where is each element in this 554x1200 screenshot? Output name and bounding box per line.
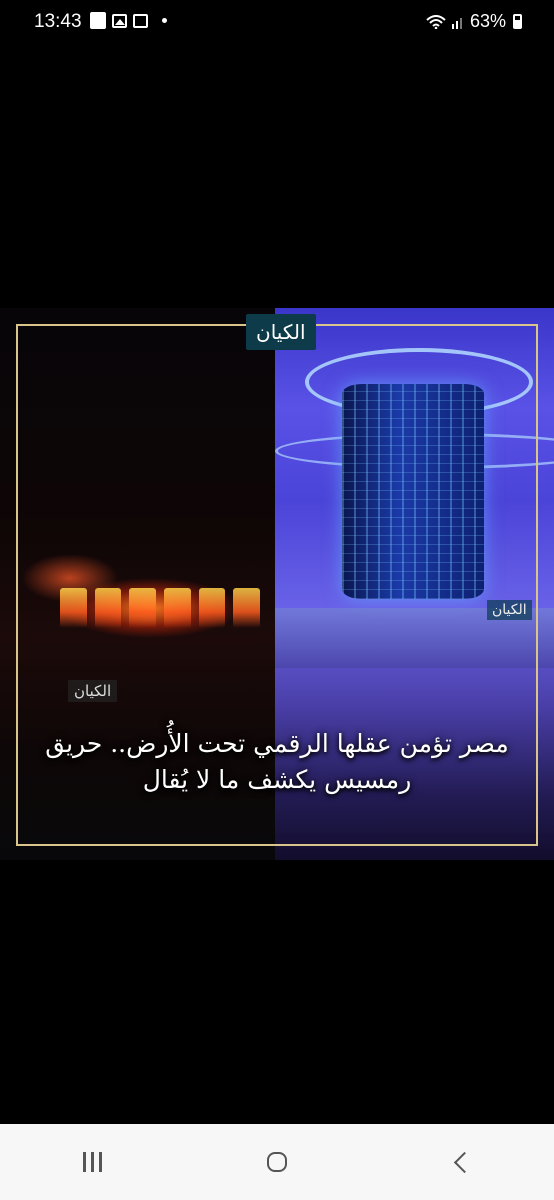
recents-icon — [82, 1152, 102, 1172]
news-image[interactable]: الكيان الكيان الكيان مصر تؤمن عقلها الرق… — [0, 308, 554, 860]
back-button[interactable] — [432, 1132, 492, 1192]
battery-percent: 63% — [469, 11, 506, 31]
watermark-left: الكيان — [68, 680, 118, 702]
home-icon — [266, 1152, 287, 1172]
recents-button[interactable] — [62, 1132, 122, 1192]
wifi-icon — [426, 14, 446, 29]
battery-icon — [513, 14, 522, 29]
navigation-bar — [0, 1124, 554, 1200]
image-icon — [112, 13, 127, 28]
system-icons: 63% — [426, 11, 522, 32]
news-icon — [133, 13, 148, 28]
home-button[interactable] — [247, 1132, 307, 1192]
back-icon — [454, 1151, 476, 1173]
clock: 13:43 — [34, 11, 82, 32]
status-bar: 13:43 63% — [0, 0, 554, 44]
watermark-right: الكيان — [487, 600, 532, 620]
puzzle-icon — [90, 12, 106, 29]
notification-icons — [90, 12, 167, 29]
fire-glow — [60, 588, 261, 628]
server-tower — [342, 384, 484, 599]
headline-caption: مصر تؤمن عقلها الرقمي تحت الأُرض.. حريق … — [45, 729, 509, 794]
signal-icon — [451, 17, 462, 29]
dot-icon — [162, 18, 167, 23]
brand-badge: الكيان — [246, 314, 316, 350]
